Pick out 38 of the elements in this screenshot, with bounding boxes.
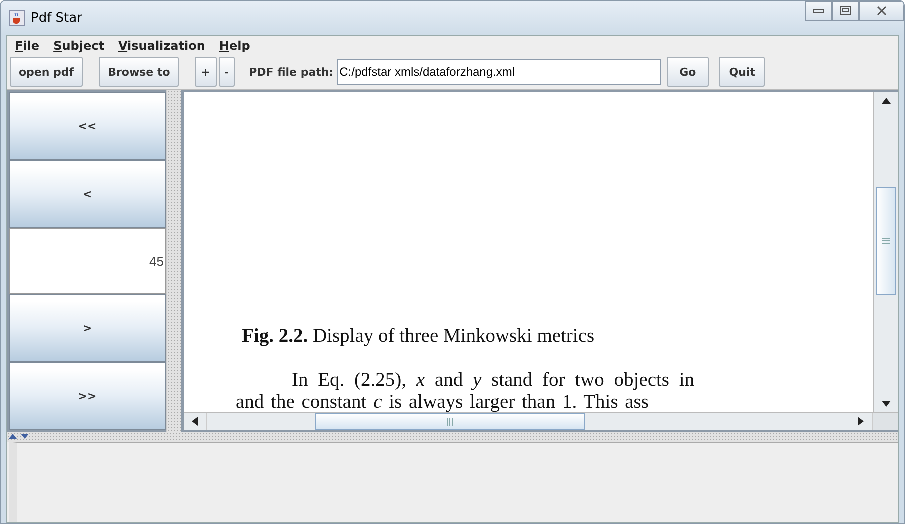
menu-item[interactable]: File bbox=[15, 39, 40, 53]
first-page-button[interactable]: << bbox=[9, 92, 166, 160]
close-button[interactable] bbox=[859, 1, 904, 21]
vertical-scrollbar[interactable] bbox=[873, 92, 898, 412]
document-text: and the constant c is always larger than 1. This ass bbox=[236, 392, 650, 412]
browse-button[interactable]: Browse to bbox=[99, 57, 180, 87]
menu-item[interactable]: Visualization bbox=[118, 39, 206, 53]
minimize-button[interactable] bbox=[805, 1, 832, 21]
previous-page-button[interactable]: < bbox=[9, 160, 166, 228]
down-arrow-icon[interactable] bbox=[882, 400, 890, 406]
zoom-in-button[interactable]: + bbox=[195, 57, 216, 87]
go-button[interactable]: Go bbox=[666, 57, 710, 87]
menu-item[interactable]: Subject bbox=[54, 39, 104, 53]
right-arrow-icon[interactable] bbox=[858, 417, 864, 426]
path-field[interactable]: C:/pdfstar xmls/dataforzhang.xml bbox=[336, 59, 661, 85]
zoom-out-button[interactable]: - bbox=[218, 57, 236, 87]
document-text: In Eq. (2.25), x and y stand for two objects in bbox=[291, 370, 696, 392]
quit-button[interactable]: Quit bbox=[719, 57, 766, 87]
horizontal-scrollbar[interactable] bbox=[184, 413, 873, 430]
document-text: Fig. 2.2. Display of three Minkowski metrics bbox=[242, 326, 596, 348]
close-icon bbox=[876, 6, 888, 16]
grip-icon bbox=[882, 238, 890, 244]
window-title: Pdf Star bbox=[31, 10, 82, 26]
grip-icon bbox=[447, 418, 453, 426]
collapse-arrows-icon[interactable] bbox=[9, 433, 31, 439]
up-arrow-icon[interactable] bbox=[882, 98, 890, 104]
menu-item[interactable]: Help bbox=[219, 39, 250, 53]
open-pdf-button[interactable]: open pdf bbox=[10, 57, 84, 87]
last-page-button[interactable]: >> bbox=[9, 362, 166, 430]
next-page-button[interactable]: > bbox=[9, 294, 166, 362]
maximize-button[interactable] bbox=[832, 1, 859, 21]
minimize-icon bbox=[812, 7, 824, 15]
left-arrow-icon[interactable] bbox=[192, 417, 198, 426]
path-label: PDF file path: bbox=[249, 66, 334, 78]
scrollbar-corner bbox=[873, 413, 898, 430]
page-field[interactable]: 45 bbox=[9, 228, 166, 294]
cup-icon bbox=[9, 10, 25, 26]
maximize-icon bbox=[840, 6, 852, 16]
